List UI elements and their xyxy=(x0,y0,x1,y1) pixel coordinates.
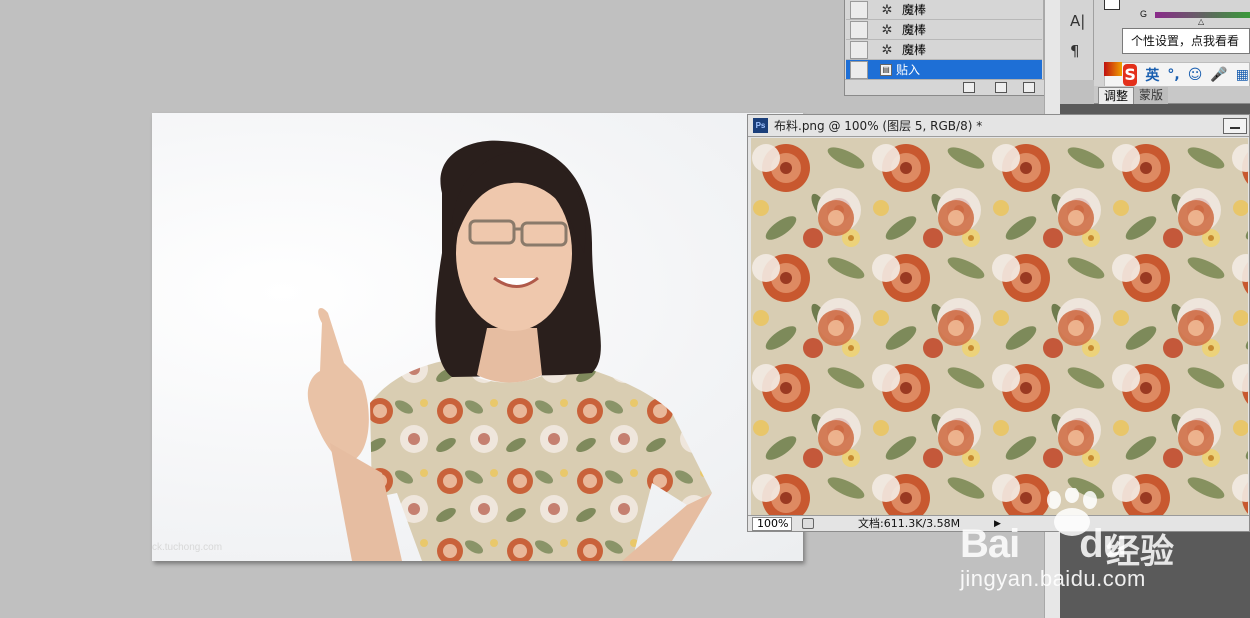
paragraph-panel-icon[interactable]: ¶ xyxy=(1070,42,1080,60)
status-icon[interactable] xyxy=(802,518,814,529)
paste-into-icon: ▤ xyxy=(880,63,892,76)
window-title-bar[interactable]: Ps 布料.png @ 100% (图层 5, RGB/8) * xyxy=(748,115,1249,137)
main-document-canvas[interactable]: ck.tuchong.com xyxy=(152,113,803,561)
fabric-document-window[interactable]: Ps 布料.png @ 100% (图层 5, RGB/8) * 100% 文档… xyxy=(747,114,1250,532)
layer-visibility-toggle[interactable] xyxy=(850,60,868,79)
photoshop-icon: Ps xyxy=(753,118,768,133)
layer-visibility-toggle[interactable] xyxy=(850,0,868,19)
layer-visibility-toggle[interactable] xyxy=(850,20,868,39)
ime-language-toggle[interactable]: 英 xyxy=(1145,65,1159,85)
minimize-button[interactable] xyxy=(1223,118,1247,134)
color-ramp xyxy=(1104,62,1122,76)
layer-row-active[interactable]: ▤ 贴入 xyxy=(846,60,1042,80)
photo-source-watermark: ck.tuchong.com xyxy=(152,542,223,553)
layers-footer xyxy=(845,79,1057,95)
document-title: 布料.png @ 100% (图层 5, RGB/8) * xyxy=(774,119,983,133)
magic-wand-icon: ✲ xyxy=(881,21,893,37)
g-channel-label: G xyxy=(1140,9,1148,19)
character-panel-icon[interactable]: A| xyxy=(1070,12,1085,30)
foreground-color-swatch[interactable] xyxy=(1104,0,1120,10)
layer-label: 贴入 xyxy=(896,63,921,77)
layer-settings-icon[interactable] xyxy=(963,82,975,93)
layer-row[interactable]: ✲ 魔棒 xyxy=(846,40,1042,60)
microphone-icon[interactable]: 🎤 xyxy=(1210,67,1227,83)
layer-label: 魔棒 xyxy=(902,43,927,57)
layer-row[interactable]: ✲ 魔棒 xyxy=(846,0,1042,20)
fabric-canvas[interactable] xyxy=(751,138,1248,516)
ime-tooltip: 个性设置，点我看看 xyxy=(1122,28,1250,54)
ime-toolbar: S 英 °, ☺ 🎤 ▦ xyxy=(1104,62,1250,88)
layer-label: 魔棒 xyxy=(902,23,927,37)
magic-wand-icon: ✲ xyxy=(881,41,893,57)
tool-dock: A| ¶ xyxy=(1060,0,1094,80)
zoom-level-field[interactable]: 100% xyxy=(752,517,792,531)
tab-adjust[interactable]: 调整 xyxy=(1098,87,1135,104)
layer-row[interactable]: ✲ 魔棒 xyxy=(846,20,1042,40)
ime-punctuation-toggle[interactable]: °, xyxy=(1167,67,1179,83)
floral-fabric-image xyxy=(751,138,1248,516)
delete-layer-icon[interactable] xyxy=(1023,82,1035,93)
new-layer-icon[interactable] xyxy=(995,82,1007,93)
magic-wand-icon: ✲ xyxy=(881,1,893,17)
document-size-info: 文档:611.3K/3.58M xyxy=(858,517,961,530)
layers-panel: ✲ 魔棒 ✲ 魔棒 ✲ 魔棒 ▤ 贴入 ▼ xyxy=(844,0,1058,96)
keyboard-icon[interactable]: ▦ xyxy=(1236,67,1249,83)
tab-mask[interactable]: 蒙版 xyxy=(1134,87,1169,104)
layer-label: 魔棒 xyxy=(902,3,927,17)
status-menu-arrow-icon[interactable]: ▶ xyxy=(994,517,1001,531)
emoji-icon[interactable]: ☺ xyxy=(1188,67,1203,83)
layer-visibility-toggle[interactable] xyxy=(850,40,868,59)
slider-thumb-icon[interactable]: △ xyxy=(1198,17,1204,26)
person-photo xyxy=(307,140,712,561)
sogou-logo-icon[interactable]: S xyxy=(1123,64,1138,86)
adjustment-tabs: 调整 蒙版 xyxy=(1094,86,1250,104)
document-status-bar: 100% 文档:611.3K/3.58M ▶ xyxy=(748,515,1249,531)
